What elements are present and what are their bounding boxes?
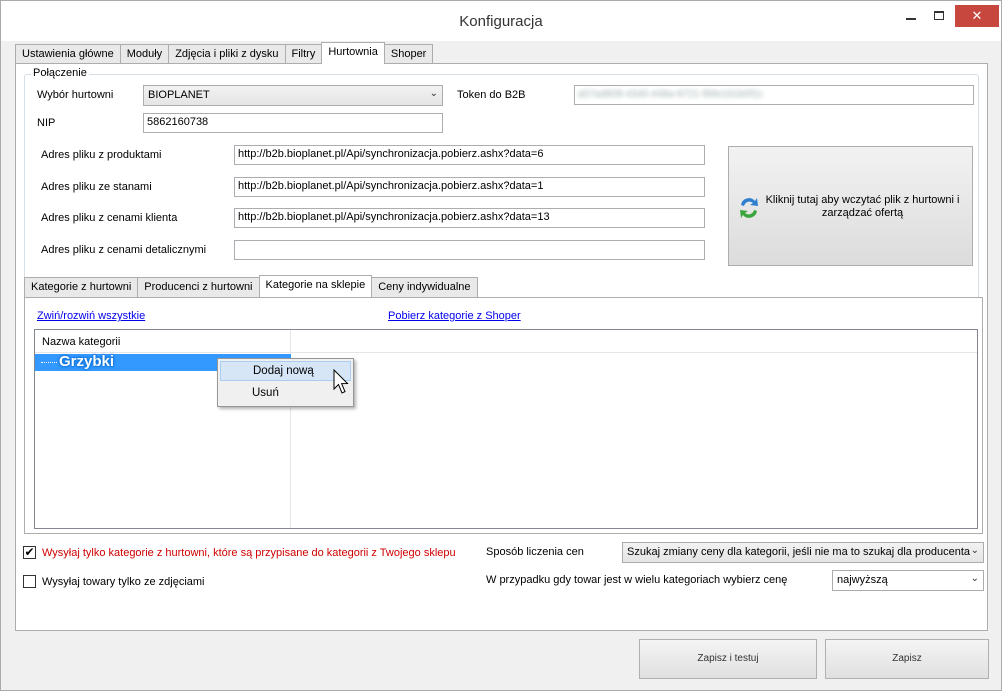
tab-wholesaler-producers[interactable]: Producenci z hurtowni: [137, 277, 260, 297]
title-bar: Konfiguracja ✕: [1, 1, 1001, 41]
price-method-select[interactable]: Szukaj zmiany ceny dla kategorii, jeśli …: [622, 542, 984, 563]
fetch-shoper-categories-link[interactable]: Pobierz kategorie z Shoper: [388, 310, 521, 322]
token-label: Token do B2B: [457, 89, 526, 101]
tab-photos-files[interactable]: Zdjęcia i pliki z dysku: [168, 44, 286, 64]
chevron-down-icon: ⌄: [970, 573, 979, 584]
products-url-label: Adres pliku z produktami: [41, 149, 162, 161]
multi-category-select[interactable]: najwyższą ⌄: [832, 570, 984, 591]
tab-wholesaler-categories[interactable]: Kategorie z hurtowni: [24, 277, 139, 297]
tab-shoper[interactable]: Shoper: [383, 44, 434, 64]
stock-url-field[interactable]: http://b2b.bioplanet.pl/Api/synchronizac…: [234, 177, 705, 197]
category-tree[interactable]: Nazwa kategorii Grzybki: [34, 329, 978, 529]
maximize-button[interactable]: [925, 5, 953, 27]
tab-modules[interactable]: Moduły: [119, 44, 170, 64]
config-window: Konfiguracja ✕ Ustawienia główne Moduły …: [0, 0, 1002, 691]
client-prices-url-label: Adres pliku z cenami klienta: [41, 212, 178, 224]
only-photos-label: Wysyłaj towary tylko ze zdjęciami: [42, 576, 205, 588]
tree-header-row: [35, 330, 977, 353]
multi-category-value: najwyższą: [837, 574, 888, 586]
stock-url-label: Adres pliku ze stanami: [41, 181, 152, 193]
tab-wholesaler[interactable]: Hurtownia: [321, 42, 385, 64]
only-assigned-label: Wysyłaj tylko kategorie z hurtowni, któr…: [42, 547, 456, 559]
tree-connector: [41, 362, 57, 363]
sub-tabs: Kategorie z hurtowni Producenci z hurtow…: [24, 275, 478, 297]
tab-filters[interactable]: Filtry: [284, 44, 323, 64]
products-url-field[interactable]: http://b2b.bioplanet.pl/Api/synchronizac…: [234, 145, 705, 165]
sync-icon: [740, 198, 758, 218]
menu-item-add-new[interactable]: Dodaj nową: [220, 361, 351, 381]
tab-individual-prices[interactable]: Ceny indywidualne: [371, 277, 478, 297]
wholesaler-panel: Połączenie Wybór hurtowni BIOPLANET ⌄ To…: [15, 63, 988, 631]
retail-prices-url-label: Adres pliku z cenami detalicznymi: [41, 244, 207, 256]
main-tabs: Ustawienia główne Moduły Zdjęcia i pliki…: [15, 42, 434, 64]
chevron-down-icon: ⌄: [429, 88, 438, 99]
load-wholesaler-file-button[interactable]: Kliknij tutaj aby wczytać plik z hurtown…: [728, 146, 973, 266]
load-button-label: Kliknij tutaj aby wczytać plik z hurtown…: [765, 194, 960, 219]
wholesaler-select[interactable]: BIOPLANET ⌄: [143, 85, 443, 106]
only-assigned-checkbox[interactable]: ✔: [23, 546, 36, 559]
only-photos-checkbox[interactable]: [23, 575, 36, 588]
shop-categories-panel: Zwiń/rozwiń wszystkie Pobierz kategorie …: [24, 297, 983, 534]
minimize-button[interactable]: [897, 5, 925, 27]
nip-label: NIP: [37, 117, 56, 129]
save-button[interactable]: Zapisz: [825, 639, 989, 679]
price-method-label: Sposób liczenia cen: [486, 546, 584, 558]
minimize-icon: [906, 18, 916, 20]
column-header-category-name: Nazwa kategorii: [42, 336, 121, 348]
chevron-down-icon: ⌄: [970, 545, 979, 556]
token-field[interactable]: a57ad808-4340-448a-9721-f89e161b0f1c: [574, 85, 974, 105]
client-prices-url-field[interactable]: http://b2b.bioplanet.pl/Api/synchronizac…: [234, 208, 705, 228]
close-button[interactable]: ✕: [955, 5, 999, 27]
menu-item-delete[interactable]: Usuń: [220, 384, 351, 404]
wholesaler-select-value: BIOPLANET: [148, 89, 210, 101]
nip-field[interactable]: 5862160738: [143, 113, 443, 133]
tree-item-label: Grzybki: [59, 353, 115, 370]
price-method-value: Szukaj zmiany ceny dla kategorii, jeśli …: [627, 546, 971, 558]
tab-main-settings[interactable]: Ustawienia główne: [15, 44, 121, 64]
window-title: Konfiguracja: [459, 13, 543, 30]
maximize-icon: [934, 11, 944, 20]
collapse-expand-link[interactable]: Zwiń/rozwiń wszystkie: [37, 310, 145, 322]
connection-group-label: Połączenie: [31, 67, 89, 79]
mouse-cursor-icon: [333, 369, 349, 394]
multi-category-label: W przypadku gdy towar jest w wielu kateg…: [486, 574, 788, 586]
close-icon: ✕: [971, 8, 983, 23]
token-value: a57ad808-4340-448a-9721-f89e161b0f1c: [578, 89, 764, 100]
save-and-test-button[interactable]: Zapisz i testuj: [639, 639, 817, 679]
tab-shop-categories[interactable]: Kategorie na sklepie: [258, 275, 373, 297]
wholesaler-label: Wybór hurtowni: [37, 89, 114, 101]
retail-prices-url-field[interactable]: [234, 240, 705, 260]
